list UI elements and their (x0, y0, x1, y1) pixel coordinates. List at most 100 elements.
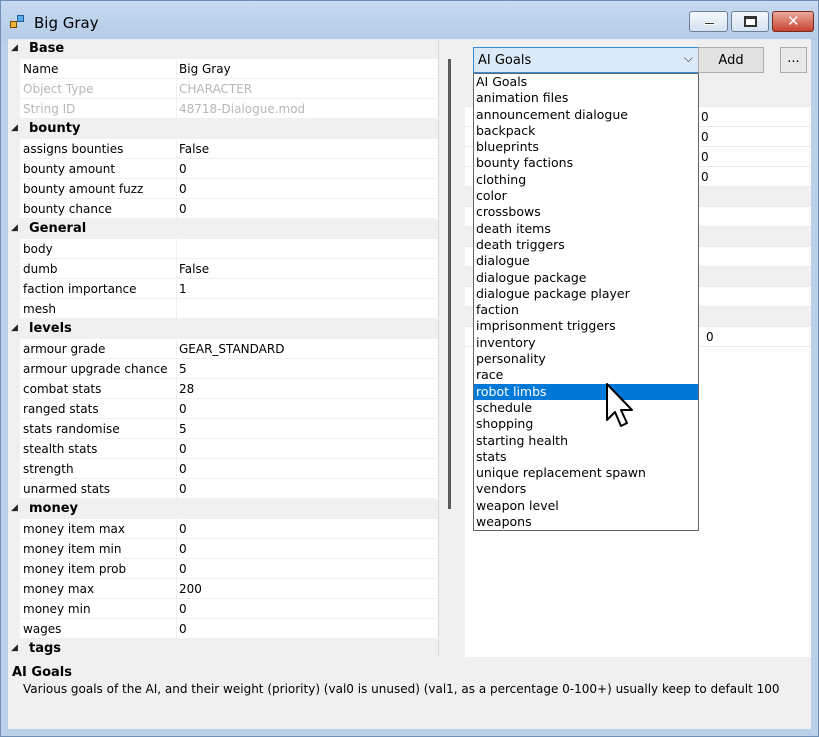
dropdown-item[interactable]: dialogue package player (474, 286, 698, 302)
property-value[interactable]: 0 (177, 199, 439, 219)
dropdown-item[interactable]: faction (474, 302, 698, 318)
dropdown-item[interactable]: personality (474, 351, 698, 367)
property-row[interactable]: strength 0 (8, 459, 439, 479)
dropdown-item[interactable]: imprisonment triggers (474, 318, 698, 334)
splitter-handle[interactable] (448, 59, 451, 509)
property-value[interactable]: 0 (177, 439, 439, 459)
property-value[interactable]: 0 (177, 619, 439, 639)
collapse-triangle-icon[interactable]: ◢ (11, 503, 18, 513)
title-bar[interactable]: Big Gray ✕ (1, 1, 818, 41)
dropdown-item[interactable]: bounty factions (474, 155, 698, 171)
dropdown-item[interactable]: clothing (474, 172, 698, 188)
dropdown-item[interactable]: unique replacement spawn (474, 465, 698, 481)
property-row[interactable]: ranged stats 0 (8, 399, 439, 419)
more-button[interactable]: ... (780, 47, 807, 73)
property-row[interactable]: money item prob 0 (8, 559, 439, 579)
add-button[interactable]: Add (698, 47, 764, 73)
category-levels[interactable]: ◢ levels (8, 319, 438, 339)
property-row[interactable]: assigns bounties False (8, 139, 439, 159)
property-row[interactable]: stats randomise 5 (8, 419, 439, 439)
property-value[interactable]: 0 (177, 159, 439, 179)
property-row[interactable]: stealth stats 0 (8, 439, 439, 459)
property-row[interactable]: body (8, 239, 439, 259)
property-grid[interactable]: ◢ Base Name Big Gray Object Type CHARACTER Str… (8, 39, 439, 659)
dropdown-item[interactable]: death items (474, 221, 698, 237)
dropdown-item[interactable]: announcement dialogue (474, 107, 698, 123)
property-row[interactable]: Object Type CHARACTER (8, 79, 439, 99)
property-row[interactable]: dumb False (8, 259, 439, 279)
property-row[interactable]: wages 0 (8, 619, 439, 639)
property-value[interactable]: False (177, 139, 439, 159)
dropdown-item[interactable]: race (474, 367, 698, 383)
dropdown-item[interactable]: starting health (474, 433, 698, 449)
minimize-button[interactable] (689, 11, 728, 32)
dropdown-item[interactable]: inventory (474, 335, 698, 351)
dropdown-item[interactable]: AI Goals (474, 74, 698, 90)
category-dropdown-list[interactable]: AI Goals animation files announcement dial… (473, 73, 699, 531)
close-button[interactable]: ✕ (772, 11, 814, 32)
dropdown-item[interactable]: robot limbs (474, 383, 698, 400)
property-value[interactable]: 0 (177, 479, 439, 499)
dropdown-item[interactable]: backpack (474, 123, 698, 139)
property-value[interactable]: GEAR_STANDARD (177, 339, 439, 359)
property-row[interactable]: money item min 0 (8, 539, 439, 559)
property-row[interactable]: armour upgrade chance 5 (8, 359, 439, 379)
property-value[interactable]: CHARACTER (177, 79, 439, 99)
dropdown-item[interactable]: dialogue (474, 253, 698, 269)
property-value[interactable]: 0 (177, 179, 439, 199)
property-row[interactable]: bounty amount fuzz 0 (8, 179, 439, 199)
property-value[interactable]: 0 (177, 599, 439, 619)
property-value[interactable]: 1 (177, 279, 439, 299)
collapse-triangle-icon[interactable]: ◢ (11, 223, 18, 233)
dropdown-item[interactable]: schedule (474, 400, 698, 416)
property-value[interactable]: 48718-Dialogue.mod (177, 99, 439, 119)
property-row[interactable]: mesh (8, 299, 439, 319)
property-row[interactable]: bounty chance 0 (8, 199, 439, 219)
dropdown-item[interactable]: blueprints (474, 139, 698, 155)
dropdown-item[interactable]: dialogue package (474, 270, 698, 286)
category-bounty[interactable]: ◢ bounty (8, 119, 438, 139)
property-row[interactable]: bounty amount 0 (8, 159, 439, 179)
dropdown-item[interactable]: shopping (474, 416, 698, 432)
dropdown-item[interactable]: color (474, 188, 698, 204)
property-value[interactable]: 0 (177, 519, 439, 539)
collapse-triangle-icon[interactable]: ◢ (11, 643, 18, 653)
property-value[interactable]: 5 (177, 359, 439, 379)
category-general[interactable]: ◢ General (8, 219, 438, 239)
property-value[interactable]: False (177, 259, 439, 279)
property-value[interactable] (177, 239, 439, 259)
property-value[interactable]: 0 (177, 459, 439, 479)
dropdown-item[interactable]: vendors (474, 481, 698, 497)
property-value[interactable]: 200 (177, 579, 439, 599)
property-value[interactable]: 0 (177, 539, 439, 559)
dropdown-item[interactable]: death triggers (474, 237, 698, 253)
collapse-triangle-icon[interactable]: ◢ (11, 43, 18, 53)
category-money[interactable]: ◢ money (8, 499, 438, 519)
property-row[interactable]: money item max 0 (8, 519, 439, 539)
property-value[interactable]: 0 (177, 399, 439, 419)
property-row[interactable]: Name Big Gray (8, 59, 439, 79)
dropdown-item[interactable]: crossbows (474, 204, 698, 220)
property-row[interactable]: combat stats 28 (8, 379, 439, 399)
category-base[interactable]: ◢ Base (8, 39, 438, 59)
collapse-triangle-icon[interactable]: ◢ (11, 123, 18, 133)
maximize-button[interactable] (731, 11, 769, 32)
collapse-triangle-icon[interactable]: ◢ (11, 323, 18, 333)
dropdown-item[interactable]: weapon level (474, 498, 698, 514)
property-row[interactable]: money min 0 (8, 599, 439, 619)
property-value[interactable] (177, 299, 439, 319)
property-row[interactable]: armour grade GEAR_STANDARD (8, 339, 439, 359)
property-row[interactable]: money max 200 (8, 579, 439, 599)
property-value[interactable]: 5 (177, 419, 439, 439)
dropdown-item[interactable]: animation files (474, 90, 698, 106)
property-row[interactable]: String ID 48718-Dialogue.mod (8, 99, 439, 119)
property-value[interactable]: 28 (177, 379, 439, 399)
dropdown-item[interactable]: weapons (474, 514, 698, 530)
dropdown-item[interactable]: stats (474, 449, 698, 465)
category-tags[interactable]: ◢ tags (8, 639, 438, 659)
property-row[interactable]: faction importance 1 (8, 279, 439, 299)
property-row[interactable]: unarmed stats 0 (8, 479, 439, 499)
property-value[interactable]: 0 (177, 559, 439, 579)
property-value[interactable]: Big Gray (177, 59, 439, 79)
category-combobox[interactable]: AI Goals ⌵ (473, 47, 699, 73)
